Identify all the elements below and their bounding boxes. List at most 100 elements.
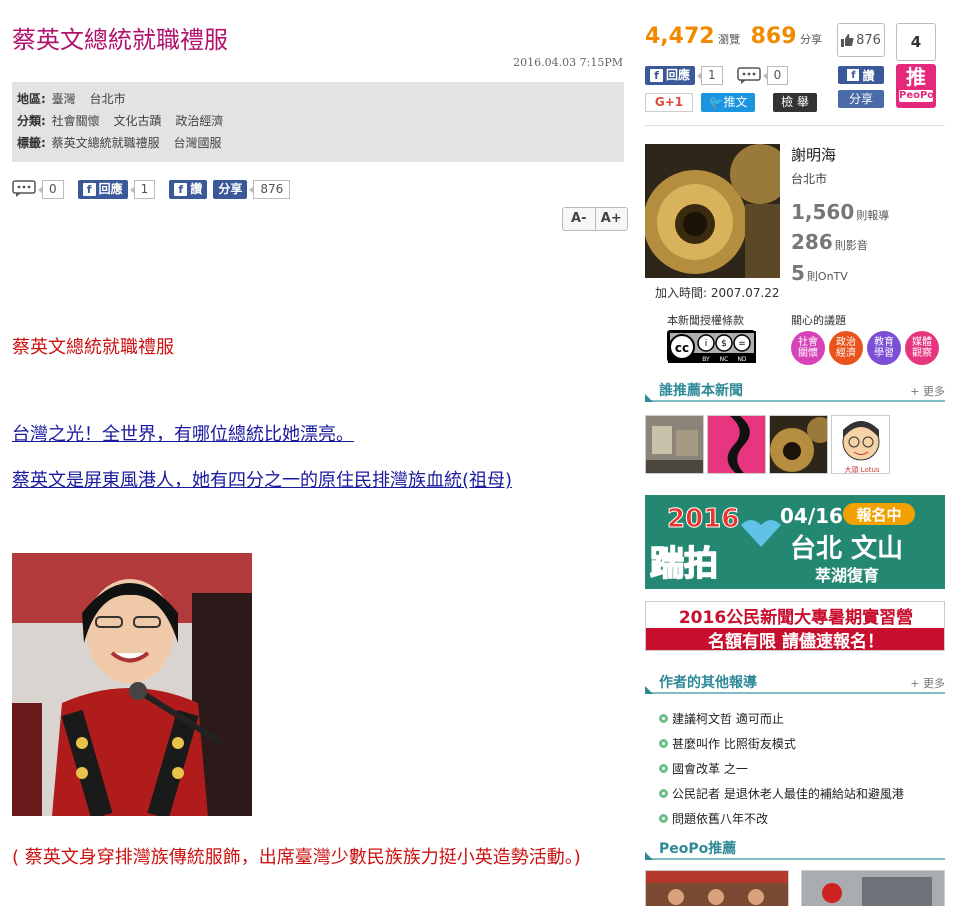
recommender-avatar[interactable]: 大頭 Lotus [831,415,890,474]
internship-banner[interactable]: 2016公民新聞大專暑期實習營 名額有限 請儘速報名！ [645,601,945,651]
cc-nd-label: ND [737,356,746,363]
meta-tags: 標籤: 蔡英文總統就職禮服 台灣國服 [17,132,619,154]
list-item[interactable]: 甚麼叫作 比照街友模式 [659,731,904,756]
peopo-title: PeoPo推薦 [659,841,737,857]
author-location: 台北市 [791,172,828,186]
other-reports-header: 作者的其他報導 + 更多 [645,672,945,694]
banner2-line2: 名額有限 請儘速報名！ [708,631,884,651]
meta-key: 分類: [17,114,46,128]
topic-badge[interactable]: 社會關懷 [791,331,825,365]
share-row: 0 f 回應 1 f 讚 分享 876 [12,178,291,200]
social-buttons: G+1 🐦推文 檢 舉 [645,93,817,112]
peopo-brand: PeoPo [899,90,935,102]
facebook-icon: f [847,69,860,81]
share-count: 876 [249,179,291,199]
sidebar: 4,472 瀏覽 869 分享 876 4 推 PeoPo f 回應 1 0 f… [645,0,955,906]
list-item[interactable]: 問題依舊八年不改 [659,806,904,831]
banner-sub: 萃湖復育 [815,566,879,585]
svg-text:cc: cc [675,341,689,355]
reply-count: 1 [129,179,156,199]
peopo-thumbnail[interactable] [645,870,789,906]
peopo-push-button[interactable]: 推 PeoPo [896,64,936,108]
author-avatar[interactable] [645,144,780,278]
bullet-icon [659,764,668,773]
like-count: 876 [856,32,881,48]
topic-badge[interactable]: 媒體觀察 [905,331,939,365]
fb-reply-button[interactable]: f 回應 [77,179,128,199]
thumbs-up-icon [841,33,854,47]
audio-count: 286 [791,230,833,254]
comment-count: 0 [38,179,64,199]
cc-by-label: BY [702,356,710,363]
peopo-thumbnail[interactable] [801,870,945,906]
comment-icon[interactable] [12,180,36,198]
list-item[interactable]: 國會改革 之一 [659,756,904,781]
meta-link[interactable]: 社會關懷 [52,114,100,128]
recommend-title: 誰推薦本新聞 [659,383,743,399]
font-larger-button[interactable]: A+ [596,208,628,230]
topic-badge[interactable]: 政治經濟 [829,331,863,365]
list-item[interactable]: 建議柯文哲 適可而止 [659,706,904,731]
article-link[interactable]: 蔡英文是屏東風港人，她有四分之一的原住民排灣族血統(祖母) [12,466,512,492]
cc-license-badge[interactable]: cc i $ = BY NC ND [667,330,756,363]
fb-like-button[interactable]: f 讚 [838,66,884,84]
meta-category: 分類: 社會關懷 文化古蹟 政治經濟 [17,110,619,132]
more-link[interactable]: + 更多 [910,675,945,691]
share-button[interactable]: 分享 [838,90,884,108]
banner-date: 04/16 [780,504,843,528]
recommender-avatar[interactable] [769,415,828,474]
banner-year: 2016 [667,504,739,534]
tweet-label: 推文 [723,95,748,109]
meta-link[interactable]: 臺灣 [52,92,76,106]
main-column: 蔡英文總統就職禮服 2016.04.03 7:15PM 地區: 臺灣 台北市 分… [12,0,628,906]
ontv-label: 則OnTV [806,270,848,283]
views-label: 瀏覽 [718,33,741,46]
font-smaller-button[interactable]: A- [563,208,596,230]
shares-label: 分享 [800,33,823,46]
topic-badge[interactable]: 教育學習 [867,331,901,365]
author-reports: 1,560 則報導 [791,200,889,224]
banner-tag: 報名中 [856,506,901,524]
list-item-label: 甚麼叫作 比照街友模式 [672,736,796,751]
meta-link[interactable]: 蔡英文總統就職禮服 [52,136,160,150]
google-plus-button[interactable]: G+1 [645,93,693,112]
recommender-avatar[interactable] [645,415,704,474]
recommender-avatar[interactable] [707,415,766,474]
author-audio: 286 則影音 [791,230,868,254]
article-link[interactable]: 台灣之光！全世界，有哪位總統比她漂亮。 [12,420,354,446]
list-item-label: 問題依舊八年不改 [672,811,769,826]
views-count: 4,472 [645,24,715,49]
fb-reply-button[interactable]: f 回應 [645,66,696,85]
list-item-label: 國會改革 之一 [672,761,748,776]
cc-nc-label: NC [720,356,729,363]
meta-link[interactable]: 台灣國服 [173,136,221,150]
photo-caption: ( 蔡英文身穿排灣族傳統服飾，出席臺灣少數民族族力挺小英造勢活動。) [12,847,581,868]
author-ontv: 5 則OnTV [791,261,848,285]
report-button[interactable]: 檢 舉 [773,93,817,112]
fb-like-label: 讚 [862,68,875,83]
event-banner[interactable]: 2016 踹拍 04/16 報名中 台北 文山 萃湖復育 [645,495,945,589]
meta-link[interactable]: 政治經濟 [175,114,223,128]
facebook-icon: f [650,69,663,82]
meta-link[interactable]: 台北市 [89,92,125,106]
fb-like-label: 讚 [190,181,203,196]
article-subtitle: 蔡英文總統就職禮服 [12,337,174,358]
list-item[interactable]: 公民記者 是退休老人最佳的補給站和避風港 [659,781,904,806]
fb-like-button[interactable]: f 讚 [169,179,208,199]
author-name[interactable]: 謝明海 [791,144,836,165]
fb-share-button[interactable]: 分享 [213,179,248,199]
bullet-icon [659,789,668,798]
ontv-count: 5 [791,261,805,285]
bullet-icon [659,814,668,823]
recommend-header: 誰推薦本新聞 + 更多 [645,380,945,402]
author-joined: 加入時間: 2007.07.22 [655,286,780,300]
reports-count: 1,560 [791,200,855,224]
like-button[interactable]: 876 [837,23,885,57]
tweet-button[interactable]: 🐦推文 [701,93,755,112]
fb-reply-label: 回應 [666,68,691,82]
svg-text:i: i [705,339,708,349]
comment-icon[interactable] [736,66,761,85]
shares-count: 869 [750,24,797,49]
meta-link[interactable]: 文化古蹟 [113,114,161,128]
more-link[interactable]: + 更多 [910,383,945,399]
